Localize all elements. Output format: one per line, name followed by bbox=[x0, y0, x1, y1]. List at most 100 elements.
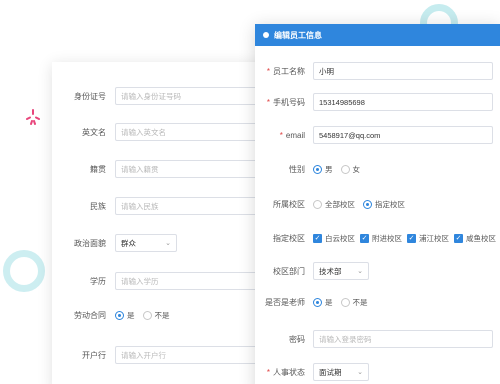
field-label: * 手机号码 bbox=[255, 97, 305, 108]
field-label: * 人事状态 bbox=[255, 367, 305, 378]
radio-option-all-campuses[interactable]: 全部校区 bbox=[313, 199, 355, 210]
id-card-input[interactable]: 请输入身份证号码 bbox=[115, 87, 265, 105]
email-input[interactable]: 5458917@qq.com bbox=[313, 126, 493, 144]
phone-input[interactable]: 15314985698 bbox=[313, 93, 493, 111]
label-text: 员工名称 bbox=[273, 66, 305, 76]
field-label: 是否是老师 bbox=[265, 298, 305, 307]
chevron-down-icon: ⌄ bbox=[165, 240, 171, 247]
chevron-down-icon: ⌄ bbox=[357, 369, 363, 376]
radio-selected-icon bbox=[313, 298, 322, 307]
checkbox-option[interactable]: ✓ 附进校区 bbox=[360, 233, 402, 244]
label-text: email bbox=[285, 130, 305, 140]
field-label: 民族 bbox=[90, 201, 106, 211]
checkbox-option[interactable]: ✓ 白云校区 bbox=[313, 233, 355, 244]
campuses-row: 指定校区 ✓ 白云校区 ✓ 附进校区 ✓ 浦江校区 ✓ 咸鱼校区 bbox=[255, 233, 500, 244]
ethnicity-input[interactable]: 请输入民族 bbox=[115, 197, 265, 215]
field-label: 英文名 bbox=[82, 127, 106, 137]
password-row: 密码 请输入登录密码 bbox=[255, 330, 493, 348]
name-input[interactable]: 小明 bbox=[313, 62, 493, 80]
select-value: 面试期 bbox=[319, 367, 342, 377]
field-label: 开户行 bbox=[82, 350, 106, 360]
id-card-row: 身份证号 请输入身份证号码 bbox=[52, 87, 265, 105]
radio-icon bbox=[142, 311, 152, 320]
political-status-select[interactable]: 群众 ⌄ bbox=[115, 234, 177, 252]
radio-option-yes[interactable]: 是 bbox=[313, 297, 333, 308]
radio-icon bbox=[340, 165, 350, 174]
email-row: * email 5458917@qq.com bbox=[255, 126, 493, 144]
checkbox-option[interactable]: ✓ 咸鱼校区 bbox=[454, 233, 496, 244]
education-input[interactable]: 请输入学历 bbox=[115, 272, 265, 290]
radio-option-male[interactable]: 男 bbox=[313, 164, 333, 175]
decorative-ring bbox=[3, 250, 45, 292]
radio-option-female[interactable]: 女 bbox=[340, 164, 361, 175]
radio-option-no[interactable]: 不是 bbox=[142, 310, 170, 321]
phone-row: * 手机号码 15314985698 bbox=[255, 93, 493, 111]
hr-status-row: * 人事状态 面试期 ⌄ bbox=[255, 363, 369, 381]
is-teacher-radio-group: 是 不是 bbox=[313, 297, 376, 308]
campus-scope-row: 所属校区 全部校区 指定校区 bbox=[255, 199, 413, 210]
edit-employee-dialog: 编辑员工信息 * 员工名称 小明 * 手机号码 15314985698 * email… bbox=[255, 24, 500, 384]
gender-row: 性别 男 女 bbox=[255, 164, 368, 175]
dot-icon bbox=[263, 32, 269, 38]
is-teacher-row: 是否是老师 是 不是 bbox=[255, 297, 376, 308]
checkbox-checked-icon: ✓ bbox=[313, 234, 322, 243]
field-label: 劳动合同 bbox=[74, 311, 106, 320]
radio-label: 是 bbox=[127, 311, 135, 320]
gender-radio-group: 男 女 bbox=[313, 164, 368, 175]
radio-option-yes[interactable]: 是 bbox=[115, 310, 135, 321]
bank-row: 开户行 请输入开户行 bbox=[52, 346, 265, 364]
hr-status-select[interactable]: 面试期 ⌄ bbox=[313, 363, 369, 381]
campus-scope-radio-group: 全部校区 指定校区 bbox=[313, 199, 413, 210]
required-mark: * bbox=[279, 130, 283, 140]
checkbox-label: 浦江校区 bbox=[419, 234, 449, 243]
education-row: 学历 请输入学历 bbox=[52, 272, 265, 290]
field-label: 指定校区 bbox=[273, 234, 305, 243]
required-mark: * bbox=[266, 66, 270, 76]
campuses-checkbox-group: ✓ 白云校区 ✓ 附进校区 ✓ 浦江校区 ✓ 咸鱼校区 bbox=[313, 233, 500, 244]
political-status-row: 政治面貌 群众 ⌄ bbox=[52, 234, 177, 252]
bank-input[interactable]: 请输入开户行 bbox=[115, 346, 265, 364]
radio-label: 全部校区 bbox=[325, 200, 355, 209]
dialog-header: 编辑员工信息 bbox=[255, 24, 500, 46]
checkbox-label: 白云校区 bbox=[325, 234, 355, 243]
field-label: 校区部门 bbox=[273, 266, 305, 276]
radio-selected-icon bbox=[363, 200, 372, 209]
field-label: 籍贯 bbox=[90, 164, 106, 174]
field-label: 所属校区 bbox=[273, 200, 305, 209]
radio-label: 指定校区 bbox=[375, 200, 405, 209]
select-value: 群众 bbox=[121, 238, 136, 248]
radio-selected-icon bbox=[313, 165, 322, 174]
checkbox-option[interactable]: ✓ 浦江校区 bbox=[407, 233, 449, 244]
field-label: 学历 bbox=[90, 276, 106, 286]
chevron-down-icon: ⌄ bbox=[357, 268, 363, 275]
radio-icon bbox=[313, 200, 322, 209]
radio-option-no[interactable]: 不是 bbox=[340, 297, 368, 308]
checkbox-label: 咸鱼校区 bbox=[466, 234, 496, 243]
label-text: 人事状态 bbox=[273, 367, 305, 377]
radio-label: 不是 bbox=[154, 311, 170, 320]
radio-label: 女 bbox=[352, 165, 361, 174]
select-value: 技术部 bbox=[319, 266, 342, 276]
checkbox-checked-icon: ✓ bbox=[454, 234, 463, 243]
labor-contract-radio-group: 是 不是 bbox=[115, 310, 178, 321]
radio-icon bbox=[340, 298, 350, 307]
department-select[interactable]: 技术部 ⌄ bbox=[313, 262, 369, 280]
radio-option-specified-campus[interactable]: 指定校区 bbox=[363, 199, 405, 210]
english-name-row: 英文名 请输入英文名 bbox=[52, 123, 265, 141]
checkbox-checked-icon: ✓ bbox=[407, 234, 416, 243]
dialog-title: 编辑员工信息 bbox=[274, 30, 322, 40]
sparkle-icon bbox=[26, 109, 40, 125]
department-row: 校区部门 技术部 ⌄ bbox=[255, 262, 369, 280]
employee-detail-form-back: 身份证号 请输入身份证号码 英文名 请输入英文名 籍贯 请输入籍贯 民族 请输入… bbox=[52, 62, 272, 384]
field-label: 政治面貌 bbox=[74, 238, 106, 248]
radio-label: 不是 bbox=[352, 298, 368, 307]
field-label: * 员工名称 bbox=[255, 66, 305, 77]
password-input[interactable]: 请输入登录密码 bbox=[313, 330, 493, 348]
checkbox-label: 附进校区 bbox=[372, 234, 402, 243]
name-row: * 员工名称 小明 bbox=[255, 62, 493, 80]
native-place-input[interactable]: 请输入籍贯 bbox=[115, 160, 265, 178]
radio-label: 男 bbox=[325, 165, 333, 174]
label-text: 手机号码 bbox=[273, 97, 305, 107]
english-name-input[interactable]: 请输入英文名 bbox=[115, 123, 265, 141]
field-label: * email bbox=[255, 131, 305, 140]
